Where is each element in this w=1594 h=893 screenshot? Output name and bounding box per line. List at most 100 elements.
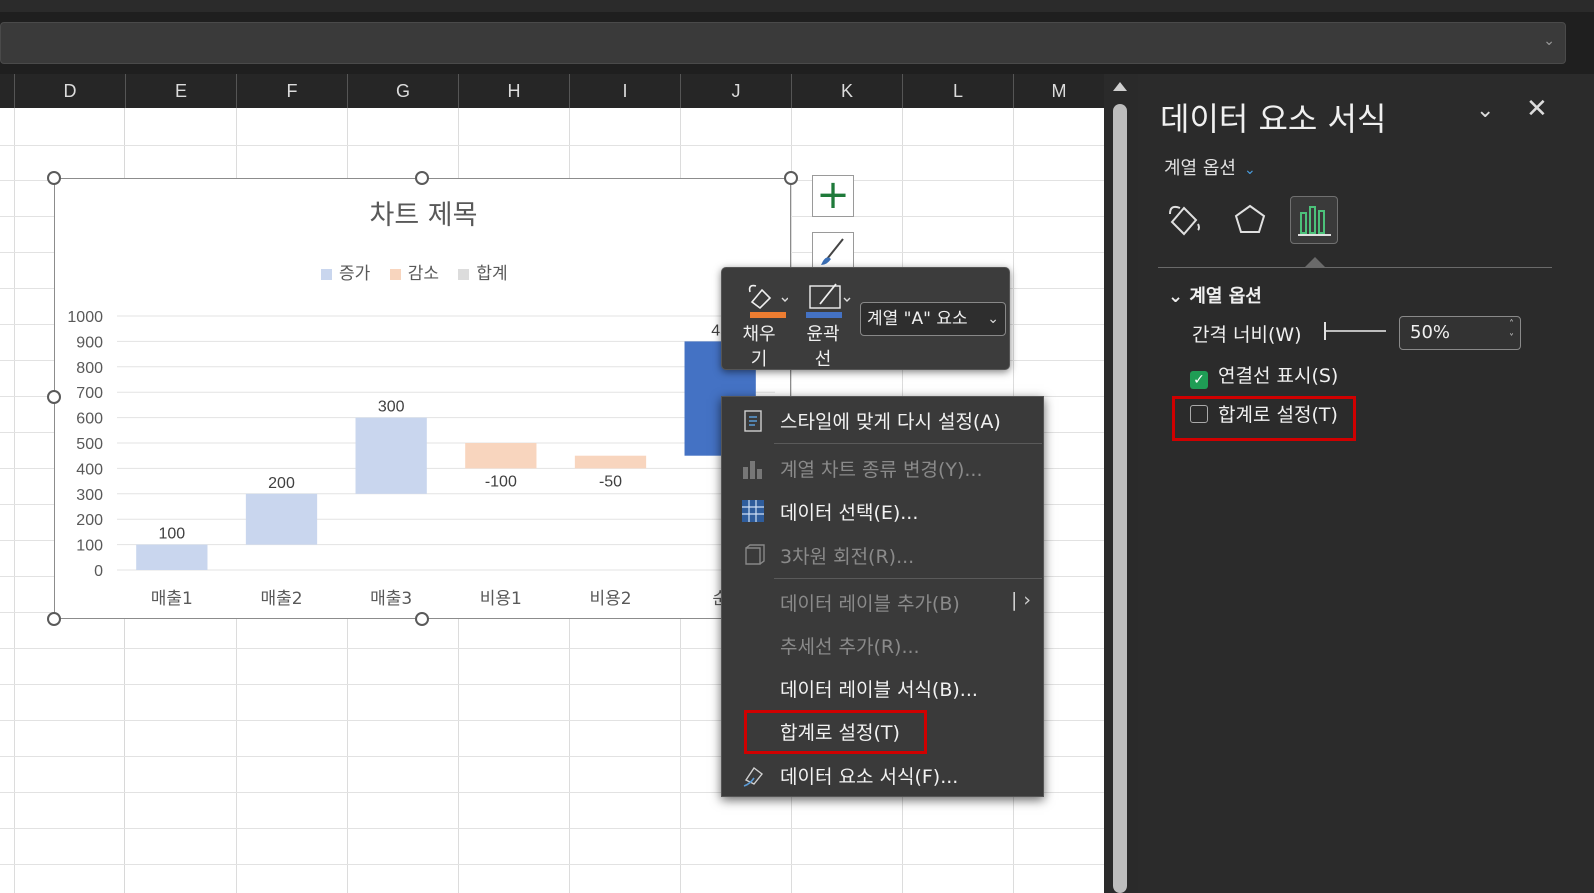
bar-3[interactable] (465, 443, 537, 469)
tab-indicator (1305, 257, 1325, 267)
chart-elements-button[interactable]: + (812, 175, 854, 217)
y-tick-label: 400 (76, 461, 103, 478)
x-tick-label: 매출1 (151, 589, 193, 609)
y-tick-label: 700 (76, 385, 103, 402)
gap-width-input[interactable]: 50% ˄ ˅ (1399, 316, 1521, 350)
slider-thumb[interactable] (1324, 322, 1326, 340)
chevron-down-icon: ⌄ (987, 311, 999, 327)
bar-0[interactable] (136, 544, 208, 570)
column-header-f[interactable]: F (236, 74, 347, 108)
column-header-h[interactable]: H (458, 74, 569, 108)
menu-item-add-trendline: 추세선 추가(R)... (722, 624, 1045, 664)
resize-handle[interactable] (47, 390, 61, 404)
spin-buttons[interactable]: ˄ ˅ (1509, 318, 1514, 346)
vertical-scrollbar[interactable] (1104, 74, 1138, 893)
y-tick-label: 800 (76, 360, 103, 377)
effects-tab[interactable] (1226, 196, 1274, 244)
grid-line (0, 864, 1104, 865)
context-menu: 스타일에 맞게 다시 설정(A) 계열 차트 종류 변경(Y)... 데이터 선… (721, 396, 1044, 797)
resize-handle[interactable] (415, 171, 429, 185)
formula-bar[interactable]: ⌄ (0, 22, 1566, 64)
chevron-down-icon: ⌄ (1168, 286, 1190, 307)
paint-bucket-icon (1169, 205, 1200, 236)
spin-up-icon[interactable]: ˄ (1509, 319, 1514, 330)
resize-handle[interactable] (47, 171, 61, 185)
data-label: 200 (268, 475, 295, 492)
resize-handle[interactable] (47, 612, 61, 626)
menu-item-label: 3차원 회전(R)... (780, 546, 915, 568)
menu-item-label: 데이터 선택(E)... (780, 502, 919, 524)
waterfall-chart[interactable]: 차트 제목 증가 감소 합계 0 100 200 300 400 500 600 700 800… (54, 178, 791, 619)
menu-item-3d-rotation: 3차원 회전(R)... (722, 534, 1045, 574)
highlight-box (744, 710, 927, 754)
y-tick-label: 600 (76, 411, 103, 428)
fill-button[interactable]: 채우 기 (730, 274, 789, 370)
series-options-section[interactable]: ⌄ 계열 옵션 (1168, 282, 1262, 308)
grid-line (14, 108, 15, 893)
format-data-point-pane: 데이터 요소 서식 ⌄ ✕ 계열 옵션 ⌄ ⌄ 계열 옵션 간격 너비(W) 5… (1138, 74, 1594, 893)
bar-4[interactable] (574, 455, 647, 469)
show-connector-checkbox[interactable]: ✓ 연결선 표시(S) (1190, 361, 1338, 389)
scroll-thumb[interactable] (1113, 104, 1127, 893)
bar-1[interactable] (245, 493, 318, 545)
menu-item-add-data-labels: 데이터 레이블 추가(B) | › (722, 581, 1045, 621)
outline-label: 윤곽 선 (794, 322, 852, 372)
data-label: -50 (599, 473, 622, 490)
column-header-d[interactable]: D (14, 74, 125, 108)
column-header-g[interactable]: G (347, 74, 458, 108)
menu-item-select-data[interactable]: 데이터 선택(E)... (722, 490, 1045, 530)
spin-down-icon[interactable]: ˅ (1509, 333, 1514, 344)
column-header-j[interactable]: J (680, 74, 791, 108)
x-tick-label: 비용2 (589, 589, 631, 609)
menu-item-format-data-labels[interactable]: 데이터 레이블 서식(B)... (722, 667, 1045, 707)
chevron-down-icon[interactable]: ⌄ (1476, 98, 1494, 123)
menu-item-reset-style[interactable]: 스타일에 맞게 다시 설정(A) (722, 399, 1045, 439)
column-header-i[interactable]: I (569, 74, 680, 108)
grid-line (0, 145, 1104, 146)
bar-2[interactable] (355, 417, 427, 494)
y-tick-label: 1000 (67, 309, 103, 326)
close-icon[interactable]: ✕ (1526, 94, 1548, 124)
column-header-e[interactable]: E (125, 74, 236, 108)
outline-label-text: 윤곽 선 (806, 324, 840, 370)
menu-item-format-data-point[interactable]: 데이터 요소 서식(F)... (722, 754, 1045, 794)
chart-element-select[interactable]: 계열 "A" 요소 ⌄ (860, 302, 1006, 336)
expand-formula-bar-icon[interactable]: ⌄ (1543, 33, 1555, 49)
y-tick-label: 900 (76, 334, 103, 351)
column-header-k[interactable]: K (791, 74, 902, 108)
pane-title: 데이터 요소 서식 (1160, 100, 1387, 138)
series-options-dropdown[interactable]: 계열 옵션 ⌄ (1164, 154, 1256, 180)
gap-width-slider[interactable] (1324, 322, 1386, 340)
format-point-icon (743, 766, 763, 787)
brush-icon (821, 238, 844, 265)
menu-item-change-chart-type: 계열 차트 종류 변경(Y)... (722, 447, 1045, 487)
column-header-l[interactable]: L (902, 74, 1013, 108)
fill-label-text: 채우 기 (742, 324, 776, 370)
column-header-m[interactable]: M (1013, 74, 1104, 108)
gap-width-value: 50% (1410, 322, 1451, 343)
outline-color-bar (806, 312, 842, 318)
y-tick-label: 100 (76, 538, 103, 555)
reset-style-icon (744, 410, 762, 432)
series-options-dropdown-label: 계열 옵션 (1164, 158, 1236, 179)
menu-separator (774, 443, 1042, 444)
highlight-box (1172, 396, 1356, 441)
fill-line-tab[interactable] (1162, 196, 1210, 244)
menu-item-label: 계열 차트 종류 변경(Y)... (780, 459, 983, 481)
gap-width-label: 간격 너비(W) (1192, 324, 1302, 346)
scroll-up-icon[interactable] (1113, 82, 1127, 91)
plot-area[interactable]: 0 100 200 300 400 500 600 700 800 900 1000 100 매출1 20… (55, 179, 792, 620)
resize-handle[interactable] (415, 612, 429, 626)
outline-button[interactable]: 윤곽 선 (794, 274, 852, 370)
section-title: 계열 옵션 (1189, 286, 1262, 307)
checkmark-icon[interactable]: ✓ (1190, 371, 1208, 389)
bar-chart-icon (1298, 206, 1331, 236)
x-tick-label: 매출3 (370, 589, 412, 609)
series-options-tab[interactable] (1290, 196, 1338, 244)
chart-styles-button[interactable] (812, 232, 854, 270)
y-tick-label: 300 (76, 487, 103, 504)
menu-item-label: 데이터 레이블 서식(B)... (780, 679, 978, 701)
menu-separator (774, 578, 1042, 579)
select-data-icon (742, 500, 764, 522)
resize-handle[interactable] (784, 171, 798, 185)
